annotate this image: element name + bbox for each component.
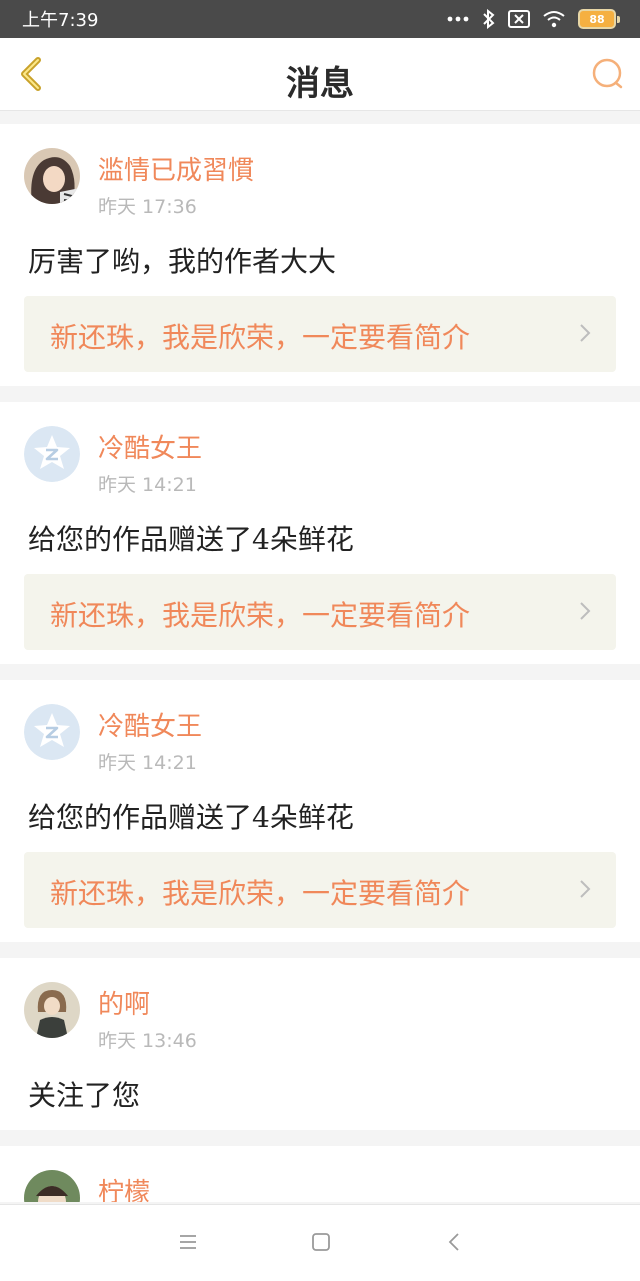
message-text: 给您的作品赠送了4朵鲜花 (28, 801, 354, 834)
wifi-icon (543, 11, 565, 28)
book-title: 新还珠，我是欣荣，一定要看简介 (50, 877, 471, 910)
default-qq-avatar-icon (24, 704, 80, 760)
chevron-right-icon (580, 602, 591, 620)
avatar[interactable] (24, 148, 80, 204)
avatar[interactable] (24, 426, 80, 482)
default-qq-avatar-icon (24, 426, 80, 482)
system-nav-bar (0, 1204, 640, 1281)
sim-off-icon (508, 10, 530, 28)
book-title: 新还珠，我是欣荣，一定要看简介 (50, 599, 471, 632)
bluetooth-icon (483, 9, 495, 29)
message-card[interactable]: 滥情已成習慣 昨天 17:36 厉害了哟，我的作者大大 新还珠，我是欣荣，一定要… (0, 124, 640, 386)
message-card[interactable]: 冷酷女王 昨天 14:21 给您的作品赠送了4朵鲜花 新还珠，我是欣荣，一定要看… (0, 402, 640, 664)
message-card[interactable]: 的啊 昨天 13:46 关注了您 (0, 958, 640, 1130)
search-icon[interactable] (590, 56, 626, 92)
sender-name[interactable]: 的啊 (98, 984, 150, 1021)
page-title: 消息 (286, 64, 354, 104)
status-bar: 上午7:39 88 (0, 0, 640, 38)
avatar[interactable] (24, 704, 80, 760)
message-text: 给您的作品赠送了4朵鲜花 (28, 523, 354, 556)
battery-icon: 88 (578, 9, 620, 29)
book-link[interactable]: 新还珠，我是欣荣，一定要看简介 (24, 852, 616, 928)
status-icons: 88 (446, 9, 620, 29)
nav-back-icon[interactable] (444, 1231, 466, 1253)
message-time: 昨天 13:46 (98, 1030, 197, 1052)
message-time: 昨天 17:36 (98, 196, 197, 218)
battery-level: 88 (589, 12, 605, 26)
message-card[interactable]: 冷酷女王 昨天 14:21 给您的作品赠送了4朵鲜花 新还珠，我是欣荣，一定要看… (0, 680, 640, 942)
menu-icon[interactable] (177, 1231, 199, 1253)
book-link[interactable]: 新还珠，我是欣荣，一定要看简介 (24, 296, 616, 372)
message-time: 昨天 14:21 (98, 752, 197, 774)
status-time: 上午7:39 (22, 10, 99, 31)
user-avatar-image (24, 1170, 80, 1202)
book-link[interactable]: 新还珠，我是欣荣，一定要看简介 (24, 574, 616, 650)
chevron-right-icon (580, 880, 591, 898)
message-text: 关注了您 (28, 1079, 141, 1112)
sender-name[interactable]: 柠檬 (98, 1172, 150, 1202)
header: 消息 (0, 38, 640, 111)
avatar[interactable] (24, 1170, 80, 1202)
sender-name[interactable]: 冷酷女王 (98, 428, 202, 465)
message-text: 厉害了哟，我的作者大大 (28, 245, 337, 278)
avatar[interactable] (24, 982, 80, 1038)
home-icon[interactable] (310, 1231, 332, 1253)
more-dots-icon (447, 16, 469, 22)
chevron-right-icon (580, 324, 591, 342)
message-list: 滥情已成習慣 昨天 17:36 厉害了哟，我的作者大大 新还珠，我是欣荣，一定要… (0, 124, 640, 1202)
sender-name[interactable]: 冷酷女王 (98, 706, 202, 743)
message-time: 昨天 14:21 (98, 474, 197, 496)
message-card[interactable]: 柠檬 (0, 1146, 640, 1202)
sender-name[interactable]: 滥情已成習慣 (98, 150, 254, 187)
user-avatar-image (24, 148, 80, 204)
book-title: 新还珠，我是欣荣，一定要看简介 (50, 321, 471, 354)
user-avatar-image (24, 982, 80, 1038)
